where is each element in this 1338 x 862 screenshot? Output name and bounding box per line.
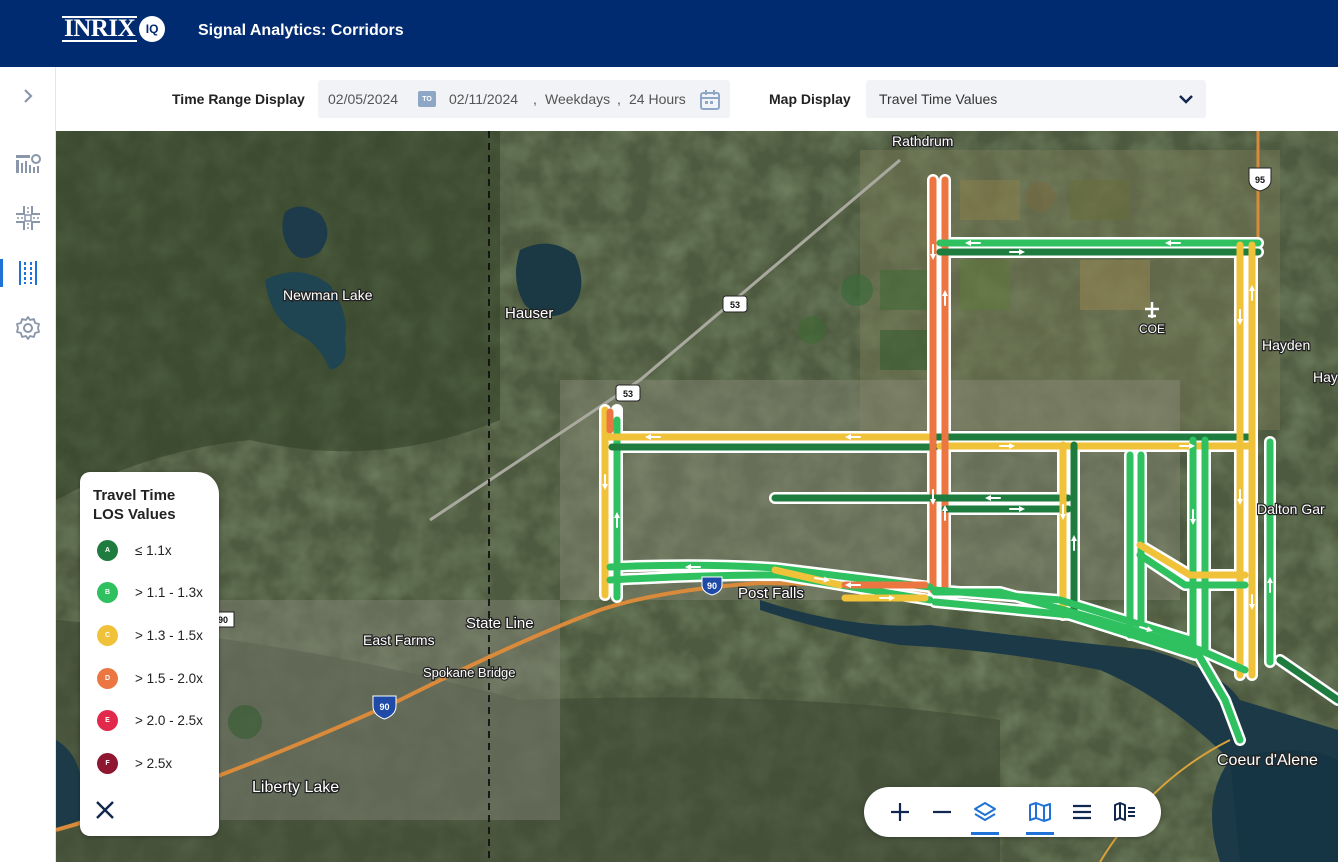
svg-text:53: 53 bbox=[730, 300, 740, 310]
svg-text:COE: COE bbox=[1139, 322, 1165, 336]
svg-text:53: 53 bbox=[623, 389, 633, 399]
svg-text:Post Falls: Post Falls bbox=[738, 585, 804, 602]
start-date: 02/05/2024 bbox=[328, 91, 399, 107]
svg-text:Hauser: Hauser bbox=[505, 305, 553, 322]
svg-text:State Line: State Line bbox=[466, 615, 534, 632]
map-display-select[interactable]: Travel Time Values bbox=[866, 80, 1206, 118]
highway-shield-95: 95 bbox=[1248, 167, 1272, 192]
intersection-icon bbox=[15, 206, 40, 230]
menu-icon bbox=[1073, 804, 1091, 820]
svg-text:90: 90 bbox=[707, 581, 717, 591]
svg-text:East Farms: East Farms bbox=[363, 632, 435, 648]
close-icon[interactable] bbox=[94, 799, 116, 821]
los-badge: D bbox=[97, 668, 118, 689]
chevron-down-icon bbox=[1179, 95, 1193, 104]
svg-text:90: 90 bbox=[379, 702, 389, 712]
legend-label: > 1.3 - 1.5x bbox=[135, 628, 203, 643]
map-controls bbox=[864, 787, 1161, 837]
svg-text:Coeur d'Alene: Coeur d'Alene bbox=[1217, 752, 1318, 769]
gear-icon bbox=[15, 316, 40, 340]
svg-text:90: 90 bbox=[218, 615, 228, 625]
report-icon bbox=[15, 154, 41, 173]
map-icon bbox=[1029, 802, 1051, 822]
time-range-picker[interactable]: 02/05/2024 TO 02/11/2024 , Weekdays , 24… bbox=[318, 80, 730, 118]
map-view[interactable]: 95 53 53 90 90 90 Rathdrum Newman Lake H… bbox=[56, 131, 1338, 862]
zoom-out-button[interactable] bbox=[930, 800, 954, 824]
svg-text:Liberty Lake: Liberty Lake bbox=[252, 779, 339, 796]
top-bar: INRIX IQ Signal Analytics: Corridors bbox=[0, 0, 1338, 67]
legend-item: C > 1.3 - 1.5x bbox=[97, 625, 203, 646]
plus-icon bbox=[891, 803, 909, 821]
legend-title: Travel Time LOS Values bbox=[93, 487, 176, 523]
los-badge: B bbox=[97, 582, 118, 603]
basemap-button[interactable] bbox=[1026, 800, 1054, 835]
logo-text: INRIX bbox=[62, 15, 138, 42]
logo-badge: IQ bbox=[139, 16, 166, 42]
los-badge: E bbox=[97, 710, 118, 731]
sidebar-item-intersections[interactable] bbox=[0, 200, 55, 236]
los-legend: Travel Time LOS Values A ≤ 1.1x B > 1.1 … bbox=[80, 472, 219, 836]
layers-icon bbox=[974, 802, 996, 821]
svg-text:Hayden: Hayden bbox=[1262, 337, 1310, 353]
sidebar-item-reports[interactable] bbox=[0, 146, 55, 182]
map-display-value: Travel Time Values bbox=[879, 91, 998, 107]
map-legend-icon bbox=[1114, 802, 1135, 821]
legend-item: F > 2.5x bbox=[97, 753, 172, 774]
legend-item: B > 1.1 - 1.3x bbox=[97, 582, 203, 603]
separator: , bbox=[617, 91, 621, 107]
legend-label: ≤ 1.1x bbox=[135, 543, 172, 558]
sidebar-expand-button[interactable] bbox=[0, 78, 55, 114]
svg-text:Hay: Hay bbox=[1313, 369, 1338, 385]
svg-text:95: 95 bbox=[1255, 175, 1265, 185]
highway-shield-53: 53 bbox=[615, 384, 641, 402]
svg-text:Rathdrum: Rathdrum bbox=[892, 133, 953, 149]
time-range-label: Time Range Display bbox=[172, 91, 305, 107]
los-badge: C bbox=[97, 625, 118, 646]
svg-text:Spokane Bridge: Spokane Bridge bbox=[423, 665, 516, 680]
layers-button[interactable] bbox=[971, 800, 999, 835]
legend-label: > 2.5x bbox=[135, 756, 173, 771]
list-button[interactable] bbox=[1070, 800, 1094, 824]
legend-label: > 2.0 - 2.5x bbox=[135, 713, 203, 728]
sidebar-item-settings[interactable] bbox=[0, 310, 55, 346]
legend-label: > 1.1 - 1.3x bbox=[135, 585, 203, 600]
satellite-map[interactable]: 95 53 53 90 90 90 Rathdrum Newman Lake H… bbox=[56, 131, 1338, 862]
to-badge: TO bbox=[418, 91, 436, 107]
los-badge: A bbox=[97, 540, 118, 561]
chevron-right-icon bbox=[23, 89, 33, 103]
filter-toolbar: Time Range Display 02/05/2024 TO 02/11/2… bbox=[56, 67, 1338, 131]
hours-range: 24 Hours bbox=[629, 91, 686, 107]
svg-text:Dalton Gar: Dalton Gar bbox=[1257, 501, 1325, 517]
legend-item: A ≤ 1.1x bbox=[97, 540, 172, 561]
sidebar bbox=[0, 67, 56, 862]
minus-icon bbox=[933, 810, 951, 814]
corridor-icon bbox=[18, 261, 37, 285]
calendar-icon[interactable] bbox=[699, 89, 721, 111]
legend-label: > 1.5 - 2.0x bbox=[135, 671, 203, 686]
inrix-iq-logo[interactable]: INRIX IQ bbox=[62, 15, 166, 42]
end-date: 02/11/2024 bbox=[449, 91, 519, 107]
map-display-label: Map Display bbox=[769, 91, 851, 107]
svg-text:Newman Lake: Newman Lake bbox=[283, 287, 373, 303]
sidebar-item-corridors[interactable] bbox=[0, 255, 55, 291]
legend-item: D > 1.5 - 2.0x bbox=[97, 668, 203, 689]
legend-item: E > 2.0 - 2.5x bbox=[97, 710, 203, 731]
los-badge: F bbox=[97, 753, 118, 774]
day-type: Weekdays bbox=[545, 91, 611, 107]
zoom-in-button[interactable] bbox=[888, 800, 912, 824]
map-legend-button[interactable] bbox=[1113, 800, 1137, 824]
app-title: Signal Analytics: Corridors bbox=[198, 22, 404, 39]
highway-shield-53: 53 bbox=[722, 295, 748, 313]
separator: , bbox=[533, 91, 537, 107]
